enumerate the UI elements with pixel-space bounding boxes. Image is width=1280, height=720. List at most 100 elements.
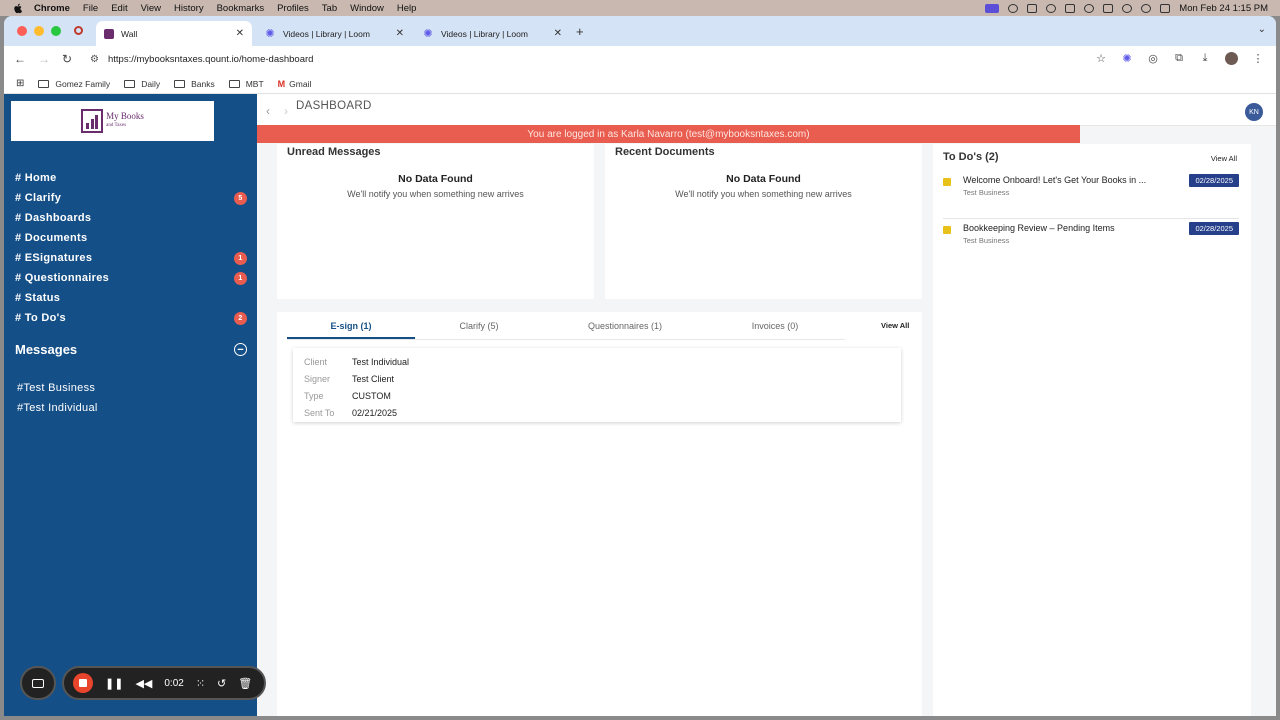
bookmark-gmail[interactable]: M Gmail — [278, 79, 312, 89]
sidebar-item-clarify[interactable]: # Clarify 5 — [15, 188, 247, 208]
screen-record-icon[interactable] — [985, 3, 1000, 13]
chevron-right-icon[interactable]: › — [284, 104, 288, 118]
menu-profiles[interactable]: Profiles — [277, 3, 309, 14]
menu-help[interactable]: Help — [397, 3, 417, 14]
apple-icon[interactable] — [12, 2, 24, 14]
document-tabs: E-sign (1) Clarify (5) Questionnaires (1… — [287, 312, 845, 340]
bookmark-banks[interactable]: Banks — [174, 79, 215, 89]
menu-window[interactable]: Window — [350, 3, 384, 14]
spotlight-icon[interactable] — [1141, 3, 1152, 13]
extension-icon[interactable]: ◎ — [1147, 53, 1159, 65]
play-icon[interactable] — [1084, 3, 1095, 13]
user-avatar[interactable]: KN — [1245, 103, 1263, 121]
tab-loom-2[interactable]: ✺ Videos | Library | Loom ✕ — [414, 21, 570, 46]
extensions-puzzle-icon[interactable]: ⧉ — [1173, 52, 1185, 65]
menu-bookmarks[interactable]: Bookmarks — [217, 3, 265, 14]
sidebar-item-label: # Questionnaires — [15, 272, 110, 284]
control-center-icon[interactable] — [1160, 3, 1171, 13]
close-tab-icon[interactable]: ✕ — [554, 28, 562, 39]
sidebar-item-label: # Dashboards — [15, 212, 92, 224]
rewind-icon[interactable]: ◀◀ — [135, 677, 152, 690]
bookmark-mbt[interactable]: MBT — [228, 79, 264, 89]
page-title: DASHBOARD — [296, 100, 372, 112]
sidebar-item-esignatures[interactable]: # ESignatures 1 — [15, 248, 247, 268]
zoom-icon[interactable] — [1008, 3, 1019, 13]
chevron-left-icon[interactable]: ‹ — [266, 104, 270, 118]
address-bar[interactable]: https://mybooksntaxes.qount.io/home-dash… — [108, 54, 313, 65]
empty-subtitle: We'll notify you when something new arri… — [347, 189, 524, 199]
company-logo[interactable]: My Books and Taxes — [11, 101, 214, 141]
field-value: Test Client — [352, 374, 395, 384]
sidebar-item-questionnaires[interactable]: # Questionnaires 1 — [15, 268, 247, 288]
sidebar-item-label: # Documents — [15, 232, 88, 244]
tab-loom-1[interactable]: ✺ Videos | Library | Loom ✕ — [256, 21, 412, 46]
tab-wall[interactable]: Wall ✕ — [96, 21, 252, 46]
close-tab-icon[interactable]: ✕ — [236, 28, 244, 39]
close-tab-icon[interactable]: ✕ — [396, 28, 404, 39]
menu-history[interactable]: History — [174, 3, 204, 14]
profile-avatar[interactable] — [1225, 52, 1238, 65]
bookmark-daily[interactable]: Daily — [124, 79, 160, 89]
sidebar-item-documents[interactable]: # Documents — [15, 228, 247, 248]
wifi-icon[interactable] — [1122, 3, 1133, 13]
sidebar-item-home[interactable]: # Home — [15, 168, 247, 188]
todos-view-all-link[interactable]: View All — [1211, 154, 1237, 163]
stop-icon — [79, 679, 87, 687]
count-badge: 5 — [234, 191, 247, 205]
sidebar: My Books and Taxes # Home # Clarify 5 # Da… — [4, 94, 257, 716]
pause-icon[interactable]: ❚❚ — [105, 677, 123, 690]
menu-view[interactable]: View — [141, 3, 161, 14]
bookmark-star-icon[interactable]: ☆ — [1095, 53, 1107, 65]
sidebar-item-dashboards[interactable]: # Dashboards — [15, 208, 247, 228]
loom-extension-icon[interactable]: ✺ — [1121, 53, 1133, 65]
close-window-button[interactable] — [17, 26, 27, 36]
menu-file[interactable]: File — [83, 3, 98, 14]
forward-arrow-icon[interactable]: → — [38, 52, 50, 66]
menubar-clock[interactable]: Mon Feb 24 1:15 PM — [1179, 3, 1268, 14]
new-tab-icon[interactable]: + — [576, 24, 584, 39]
stop-recording-button[interactable] — [73, 673, 93, 693]
reload-icon[interactable]: ↻ — [62, 52, 72, 66]
minimize-window-button[interactable] — [34, 26, 44, 36]
tab-search-chevron-icon[interactable]: ⌄ — [1258, 24, 1266, 35]
empty-title: No Data Found — [398, 173, 473, 185]
recording-timer: 0:02 — [164, 677, 184, 689]
trash-icon[interactable]: 🗑 — [238, 677, 252, 690]
sidebar-item-todos[interactable]: # To Do's 2 — [15, 308, 247, 328]
logo-text: My Books and Taxes — [106, 112, 144, 130]
back-arrow-icon[interactable]: ← — [14, 52, 26, 66]
bookmark-label: Gmail — [289, 78, 312, 89]
download-icon[interactable]: ⤓ — [1199, 52, 1211, 65]
menu-edit[interactable]: Edit — [111, 3, 127, 14]
unread-messages-card: Unread Messages No Data Found We'll noti… — [277, 144, 594, 299]
message-channel-test-individual[interactable]: #Test Individual — [17, 398, 98, 418]
menu-chrome[interactable]: Chrome — [34, 3, 70, 14]
tab-clarify[interactable]: Clarify (5) — [415, 321, 543, 331]
drawing-grid-icon[interactable]: ⁙ — [196, 677, 205, 690]
bookmark-gomez-family[interactable]: Gomez Family — [38, 79, 110, 89]
apps-grid-icon[interactable]: ⊞ — [16, 78, 24, 89]
messages-list: #Test Business #Test Individual — [17, 378, 98, 418]
site-info-icon[interactable]: ⚙ — [90, 54, 99, 65]
restart-icon[interactable]: ↺ — [217, 677, 226, 690]
folder-icon — [174, 79, 186, 88]
tab-strip: Wall ✕ ✺ Videos | Library | Loom ✕ ✺ Vid… — [4, 16, 1276, 46]
battery-icon[interactable] — [1103, 3, 1114, 13]
maximize-window-button[interactable] — [51, 26, 61, 36]
esign-item-card[interactable]: Client Test Individual Signer Test Client … — [293, 348, 901, 422]
more-menu-icon[interactable]: ⋮ — [1252, 53, 1264, 65]
tab-esign[interactable]: E-sign (1) — [287, 321, 415, 331]
wallet-icon[interactable] — [1027, 3, 1038, 13]
sidebar-item-status[interactable]: # Status — [15, 288, 247, 308]
messages-heading: Messages — [15, 342, 78, 357]
message-channel-test-business[interactable]: #Test Business — [17, 378, 98, 398]
bookmark-label: Banks — [191, 78, 215, 89]
tab-invoices[interactable]: Invoices (0) — [707, 321, 843, 331]
sync-icon[interactable] — [1046, 3, 1057, 13]
tab-questionnaires[interactable]: Questionnaires (1) — [553, 321, 697, 331]
menu-tab[interactable]: Tab — [322, 3, 337, 14]
camera-toggle-button[interactable] — [20, 666, 56, 700]
bluetooth-icon[interactable] — [1065, 3, 1076, 13]
collapse-minus-icon[interactable]: − — [234, 343, 247, 356]
view-all-link[interactable]: View All — [881, 321, 909, 330]
